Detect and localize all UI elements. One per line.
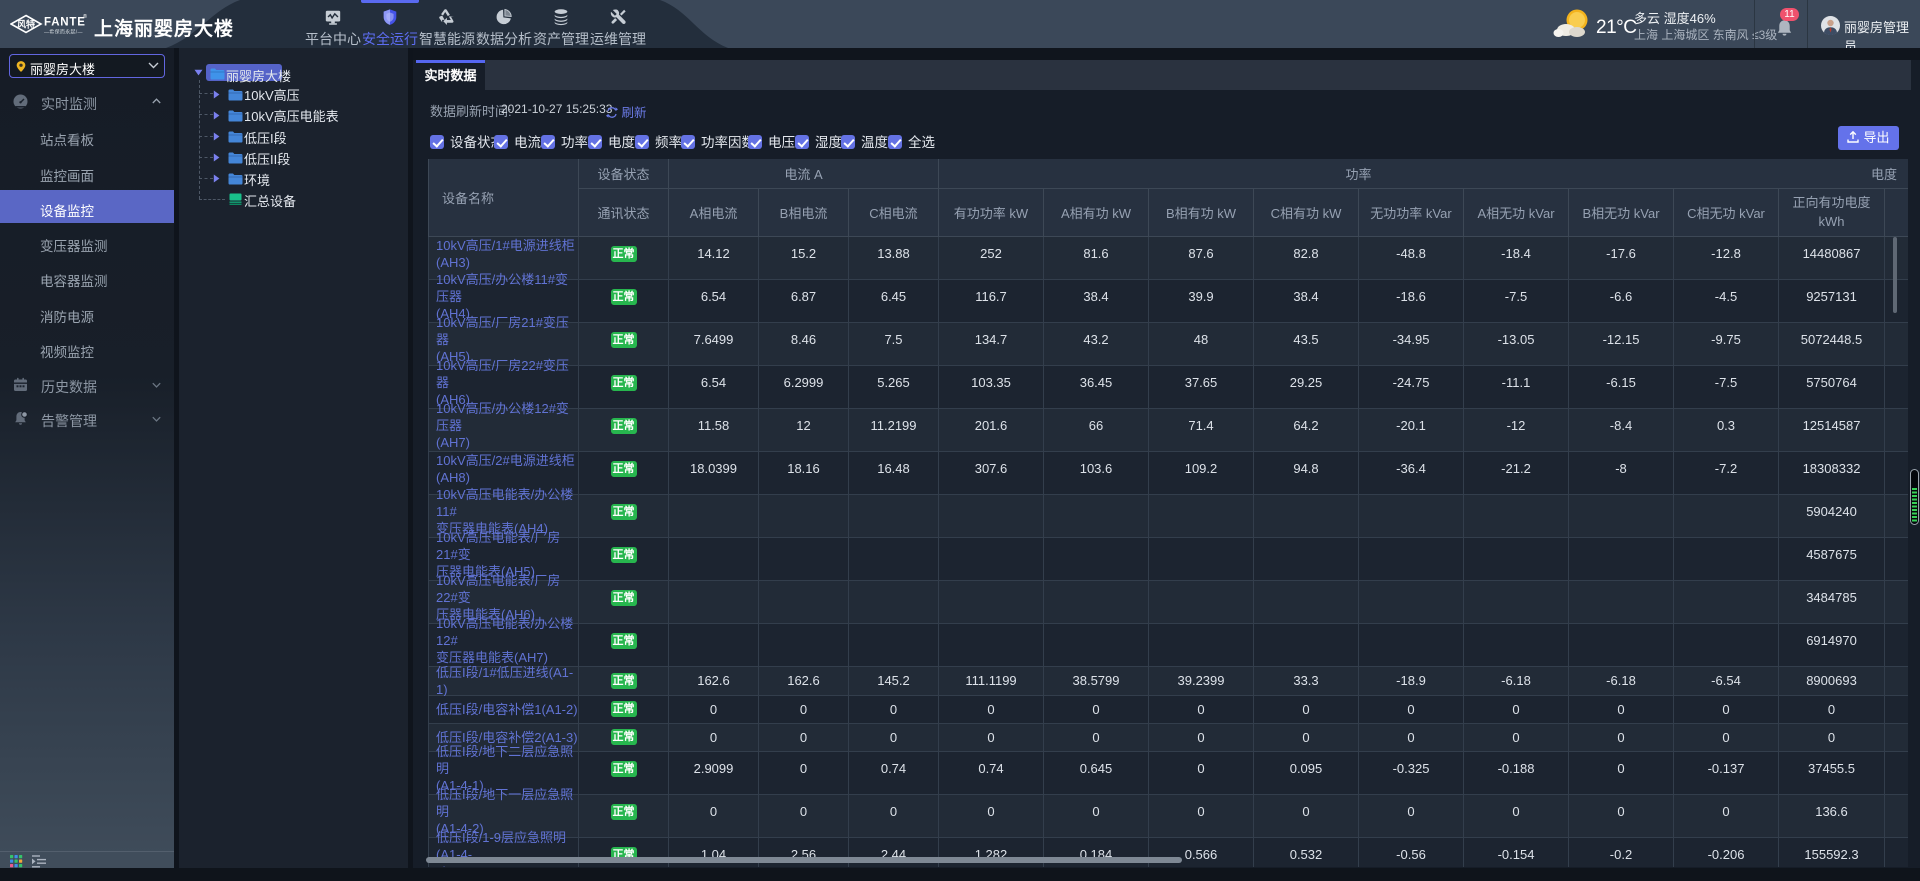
svg-text:—希保而永起/—: —希保而永起/— xyxy=(44,29,83,36)
svg-text:®: ® xyxy=(83,13,87,20)
svg-text:风特: 风特 xyxy=(17,19,35,30)
svg-text:FANTE: FANTE xyxy=(44,17,86,29)
